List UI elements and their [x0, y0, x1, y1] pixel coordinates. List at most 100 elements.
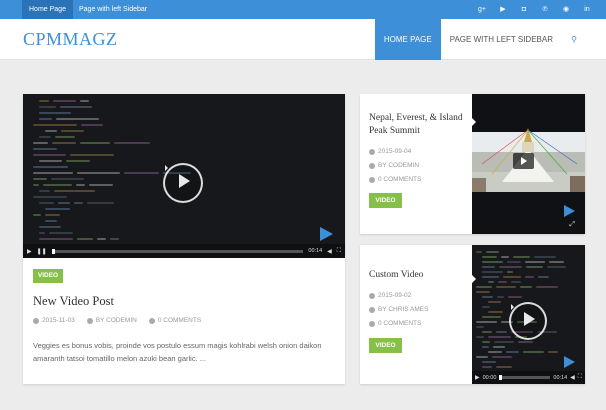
side-post-comments[interactable]: 0 COMMENTS — [378, 320, 421, 327]
code-line — [549, 261, 564, 263]
side-post-comments-meta: 0 COMMENTS — [369, 176, 421, 183]
fullscreen-icon[interactable]: ⤢ — [569, 221, 575, 229]
volume-icon[interactable]: ◀ — [327, 248, 332, 255]
code-line — [74, 202, 83, 204]
site-logo[interactable]: CPMMAGZ — [23, 29, 118, 50]
code-line — [525, 276, 534, 278]
nav-item-left-sidebar[interactable]: PAGE WITH LEFT SIDEBAR — [441, 19, 562, 60]
code-line — [39, 238, 73, 240]
side-post-title[interactable]: Nepal, Everest, & Island Peak Summit — [369, 112, 469, 138]
big-play-icon[interactable] — [320, 227, 333, 241]
video-controls: ▶ 00:00 00:14 ◀ ⛶ — [472, 371, 585, 384]
code-line — [60, 106, 92, 108]
code-line — [61, 130, 84, 132]
side-post-author[interactable]: BY CODEMIN — [378, 162, 419, 169]
code-line — [81, 124, 103, 126]
video-category-badge[interactable]: VIDEO — [33, 269, 63, 283]
code-line — [482, 306, 490, 308]
instagram-icon[interactable]: ◘ — [519, 5, 529, 15]
code-line — [507, 271, 513, 273]
big-play-icon[interactable] — [564, 356, 575, 368]
code-line — [39, 112, 71, 114]
post-excerpt: Veggies es bonus vobis, proinde vos post… — [33, 341, 322, 363]
main-video-player[interactable]: ▶ ❚❚ 00:14 ◀ ⛶ — [23, 94, 345, 258]
search-icon[interactable]: ⚲ — [562, 19, 586, 60]
fullscreen-icon[interactable]: ⛶ — [578, 374, 582, 381]
play-button[interactable] — [163, 163, 203, 203]
code-line — [77, 238, 93, 240]
clock-icon — [33, 317, 39, 324]
card-pointer — [472, 275, 476, 283]
fullscreen-icon[interactable]: ⛶ — [337, 248, 341, 255]
code-line — [53, 100, 76, 102]
code-line — [39, 190, 50, 192]
linkedin-icon[interactable]: in — [582, 5, 592, 15]
post-title[interactable]: New Video Post — [33, 294, 114, 309]
code-line — [54, 190, 95, 192]
code-line — [513, 256, 530, 258]
code-line — [43, 184, 72, 186]
top-bar: Home Page Page with left Sidebar g+ ▶ ◘ … — [0, 0, 606, 19]
code-line — [124, 172, 159, 174]
volume-icon[interactable]: ◀ — [570, 374, 575, 381]
nav-item-home[interactable]: HOME PAGE — [374, 19, 441, 60]
code-line — [525, 261, 545, 263]
topbar-link-left-sidebar[interactable]: Page with left Sidebar — [72, 0, 154, 19]
thumbnail-play-button[interactable] — [513, 153, 534, 169]
code-line — [39, 100, 49, 102]
clock-icon — [369, 148, 375, 155]
topbar-link-home[interactable]: Home Page — [22, 0, 73, 19]
user-icon — [369, 306, 375, 313]
side-post-comments[interactable]: 0 COMMENTS — [378, 176, 421, 183]
code-line — [45, 214, 60, 216]
code-line — [482, 261, 503, 263]
comment-icon — [369, 320, 375, 327]
side-post-card: Nepal, Everest, & Island Peak Summit 201… — [360, 94, 585, 234]
dribbble-icon[interactable]: ◉ — [561, 5, 571, 15]
side-post-title[interactable]: Custom Video — [369, 270, 469, 280]
code-line — [76, 184, 85, 186]
code-line — [482, 256, 497, 258]
play-control-icon[interactable]: ▶ — [475, 374, 480, 381]
code-line — [110, 238, 119, 240]
code-line — [51, 178, 84, 180]
code-line — [493, 346, 505, 348]
video-category-badge[interactable]: VIDEO — [369, 338, 402, 353]
code-line — [482, 361, 496, 363]
pause-control-icon[interactable]: ❚❚ — [37, 248, 47, 255]
code-line — [488, 281, 494, 283]
video-controls: ▶ ❚❚ 00:14 ◀ ⛶ — [23, 244, 345, 258]
code-line — [482, 331, 492, 333]
post-author[interactable]: BY CODEMIN — [96, 317, 137, 324]
code-line — [52, 142, 76, 144]
play-button[interactable] — [509, 302, 547, 340]
side-post-comments-meta: 0 COMMENTS — [369, 320, 421, 327]
code-line — [482, 266, 495, 268]
post-comments[interactable]: 0 COMMENTS — [158, 317, 201, 324]
code-line — [45, 130, 57, 132]
side-video-player[interactable]: ▶ 00:00 00:14 ◀ ⛶ — [472, 245, 585, 384]
side-post-author[interactable]: BY CHRIS AMES — [378, 306, 428, 313]
code-line — [33, 178, 47, 180]
play-triangle-icon — [524, 312, 535, 326]
play-control-icon[interactable]: ▶ — [27, 248, 32, 255]
code-line — [496, 286, 516, 288]
youtube-icon[interactable]: ▶ — [498, 5, 508, 15]
code-line — [486, 251, 499, 253]
code-line — [70, 154, 114, 156]
code-line — [496, 366, 512, 368]
video-progress-track[interactable] — [51, 248, 304, 254]
google-plus-icon[interactable]: g+ — [477, 5, 487, 15]
code-line — [33, 196, 67, 198]
code-line — [56, 118, 99, 120]
video-category-badge[interactable]: VIDEO — [369, 193, 402, 208]
video-progress-track[interactable] — [499, 375, 551, 380]
side-post-date-meta: 2015-09-02 — [369, 292, 411, 299]
code-line — [39, 226, 61, 228]
pinterest-icon[interactable]: ℗ — [540, 5, 550, 15]
big-play-icon[interactable] — [564, 205, 575, 217]
code-line — [89, 184, 113, 186]
side-video-thumbnail[interactable]: ⤢ — [472, 94, 585, 234]
code-line — [520, 286, 532, 288]
code-line — [482, 271, 503, 273]
